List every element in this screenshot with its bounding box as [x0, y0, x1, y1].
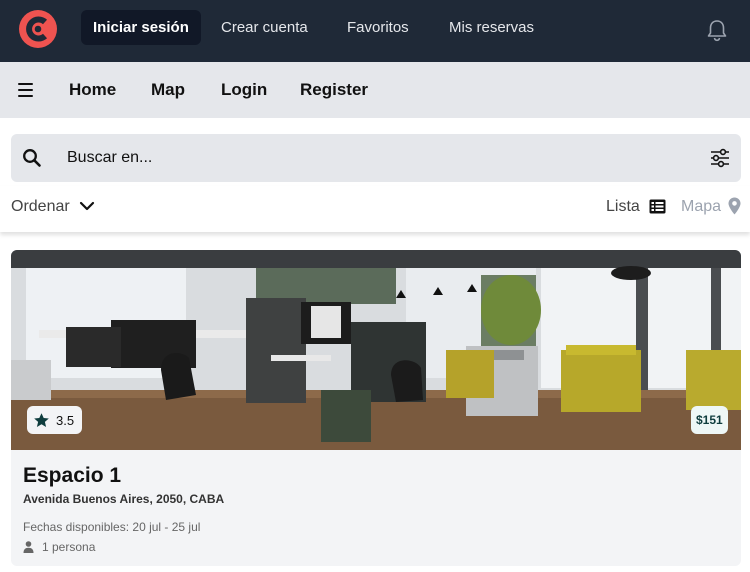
space-photo [11, 250, 741, 450]
sort-view-toolbar: Ordenar Lista Mapa [0, 186, 750, 232]
subnav-login-link[interactable]: Login [221, 80, 267, 100]
subnav-register-link[interactable]: Register [300, 80, 368, 100]
hamburger-menu-icon[interactable] [18, 83, 33, 97]
space-title[interactable]: Espacio 1 [23, 464, 121, 488]
list-view-label[interactable]: Lista [606, 198, 640, 216]
bell-icon[interactable] [706, 18, 728, 42]
map-view-label[interactable]: Mapa [681, 198, 721, 216]
rating-value: 3.5 [56, 412, 75, 428]
nav-favorites-link[interactable]: Favoritos [335, 10, 421, 45]
nav-login-link[interactable]: Iniciar sesión [81, 10, 201, 45]
rating-badge: 3.5 [27, 406, 83, 434]
person-icon [23, 541, 34, 553]
subnav-map-link[interactable]: Map [151, 80, 185, 100]
brand-logo[interactable] [18, 9, 58, 49]
top-navbar: Iniciar sesión Crear cuenta Favoritos Mi… [0, 0, 750, 62]
filter-sliders-icon[interactable] [709, 148, 731, 168]
search-input[interactable] [67, 134, 667, 182]
space-card[interactable]: 3.5 $151 Espacio 1 Avenida Buenos Aires,… [11, 250, 741, 566]
subnav-home-link[interactable]: Home [69, 80, 116, 100]
list-icon[interactable] [649, 199, 666, 214]
price-badge: $151 [691, 406, 728, 434]
sort-dropdown-label[interactable]: Ordenar [11, 198, 70, 216]
search-bar [11, 134, 741, 182]
secondary-navbar: Home Map Login Register [0, 62, 750, 118]
search-icon[interactable] [22, 148, 42, 168]
available-dates: Fechas disponibles: 20 jul - 25 jul [23, 520, 201, 534]
nav-register-link[interactable]: Crear cuenta [209, 10, 320, 45]
chevron-down-icon[interactable] [79, 200, 95, 212]
map-pin-icon[interactable] [728, 197, 741, 215]
nav-bookings-link[interactable]: Mis reservas [437, 10, 546, 45]
space-address: Avenida Buenos Aires, 2050, CABA [23, 492, 225, 506]
star-icon [34, 412, 49, 427]
capacity: 1 persona [23, 540, 95, 554]
capacity-label: 1 persona [42, 540, 96, 554]
